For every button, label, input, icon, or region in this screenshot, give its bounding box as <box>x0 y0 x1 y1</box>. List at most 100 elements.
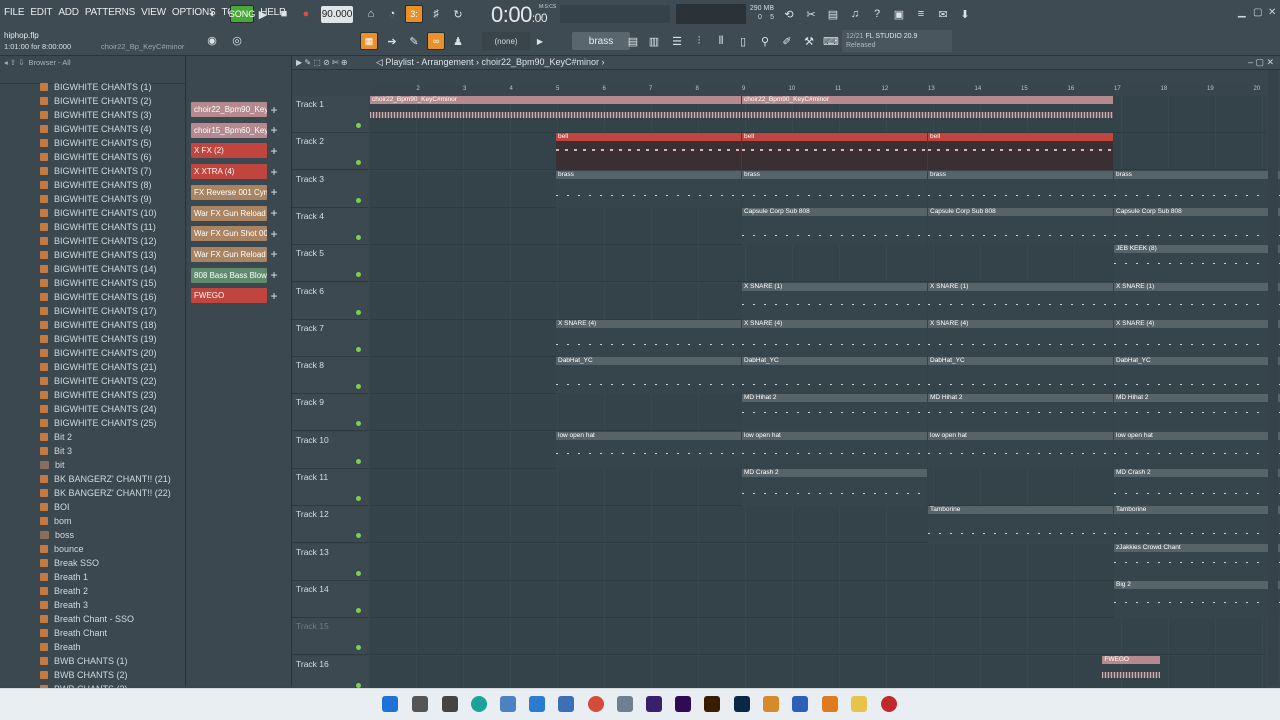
illustrator-icon[interactable] <box>704 696 720 712</box>
browser-item[interactable]: BIGWHITE CHANTS (5) <box>0 136 186 150</box>
track-mute-icon[interactable] <box>356 272 361 278</box>
minimize-icon[interactable]: ▁ <box>1238 7 1246 18</box>
track-lane[interactable]: X SNARE (4) X SNARE (4) X SNARE (4) X SNARE… <box>370 319 1280 357</box>
browser-item[interactable]: BIGWHITE CHANTS (24) <box>0 402 186 416</box>
playlist-close-icon[interactable]: – ▢ ✕ <box>1248 57 1274 68</box>
mixer-icon[interactable]: ≡ <box>912 5 930 23</box>
browser-item[interactable]: BIGWHITE CHANTS (18) <box>0 318 186 332</box>
play-icon[interactable]: ▶ <box>254 5 272 23</box>
track-mute-icon[interactable] <box>356 458 361 464</box>
record-icon[interactable]: ● <box>297 5 315 23</box>
pattern-clip[interactable]: zJakkies Crowd Chant <box>1114 543 1280 581</box>
browser-item[interactable]: BIGWHITE CHANTS (1) <box>0 80 186 94</box>
browser-item[interactable]: BIGWHITE CHANTS (12) <box>0 234 186 248</box>
pattern-clip[interactable]: X SNARE (4) <box>928 319 1113 357</box>
menu-edit[interactable]: EDIT <box>30 7 52 18</box>
word-icon[interactable] <box>792 696 808 712</box>
track-lane[interactable]: Big 2 <box>370 580 1280 618</box>
track-lane[interactable]: low open hat low open hat low open hat low … <box>370 431 1280 469</box>
browser-item[interactable]: Breath 2 <box>0 584 186 598</box>
midi-icon[interactable]: ▤ <box>824 5 842 23</box>
browser-item[interactable]: BOI <box>0 500 186 514</box>
track-lane[interactable]: DabHat_YC DabHat_YC DabHat_YC DabHat_YC <box>370 357 1280 395</box>
picker-add-icon[interactable]: + <box>268 123 280 138</box>
pattern-clip[interactable]: Capsule Corp Sub 808 <box>928 207 1113 245</box>
browser-item[interactable]: BIGWHITE CHANTS (11) <box>0 220 186 234</box>
pattern-clip[interactable]: MD Hihat 2 <box>742 394 927 432</box>
picker-item[interactable]: choir15_Bpm60_Key... <box>191 122 267 138</box>
start-icon[interactable] <box>382 696 398 712</box>
photos-icon[interactable] <box>558 696 574 712</box>
microphone-icon[interactable]: ♫ <box>846 5 864 23</box>
pattern-clip[interactable]: bell <box>556 133 741 171</box>
pattern-clip[interactable]: JEB KEEK (8) <box>1114 245 1280 283</box>
track-header[interactable]: Track 10 <box>292 431 368 469</box>
fl-studio-icon[interactable] <box>763 696 779 712</box>
track-mute-icon[interactable] <box>356 496 361 501</box>
pattern-clip[interactable]: brass <box>556 170 741 208</box>
track-header[interactable]: Track 15 <box>292 618 368 656</box>
browser-item[interactable]: BIGWHITE CHANTS (3) <box>0 108 186 122</box>
timeline-ruler[interactable]: 2 3 4 5 6 7 8 9 10 11 12 13 14 15 16 17 18 19 20 <box>370 86 1266 96</box>
metronome-icon[interactable]: ⌂ <box>362 5 380 23</box>
browser-item[interactable]: BIGWHITE CHANTS (2) <box>0 94 186 108</box>
pattern-clip[interactable]: low open hat <box>1114 431 1280 469</box>
track-lane[interactable]: bell bell bell <box>370 133 1266 171</box>
track-header[interactable]: Track 1 <box>292 96 368 133</box>
countdown-icon[interactable]: 3: <box>405 5 423 23</box>
mail-icon[interactable] <box>529 696 545 712</box>
pattern-clip[interactable]: Capsule Corp Sub 808 <box>742 207 927 245</box>
browser-item[interactable]: BIGWHITE CHANTS (25) <box>0 416 186 430</box>
pattern-clip[interactable]: bell <box>928 133 1113 171</box>
playlist-tools-icon[interactable]: ▶ ✎ ⬚ ⊘ ✄ ⊕ <box>296 58 348 67</box>
cut-icon[interactable]: ✂ <box>802 5 820 23</box>
track-mute-icon[interactable] <box>356 533 361 539</box>
picker-add-icon[interactable]: + <box>268 288 280 303</box>
pattern-clip[interactable]: Tamborine <box>928 506 1113 544</box>
picker-add-icon[interactable]: + <box>268 226 280 241</box>
browser-item[interactable]: BIGWHITE CHANTS (20) <box>0 346 186 360</box>
pattern-clip[interactable]: FWEGO <box>1102 655 1160 693</box>
pattern-clip[interactable]: brass <box>928 170 1113 208</box>
track-lane[interactable]: FWEGO <box>370 655 1266 693</box>
track-mute-icon[interactable] <box>356 346 361 352</box>
pattern-clip[interactable]: X SNARE (4) <box>742 319 927 357</box>
track-mute-icon[interactable] <box>356 197 361 203</box>
browser-item[interactable]: BIGWHITE CHANTS (19) <box>0 332 186 346</box>
track-mute-icon[interactable] <box>356 123 361 128</box>
track-header[interactable]: Track 13 <box>292 543 368 581</box>
pattern-clip[interactable]: DabHat_YC <box>928 357 1113 395</box>
tempo-display[interactable]: 90.000 <box>321 6 353 23</box>
chrome-icon[interactable] <box>588 696 604 712</box>
pattern-clip[interactable]: X SNARE (1) <box>1114 282 1280 320</box>
pattern-clip[interactable]: DabHat_YC <box>556 357 741 395</box>
pattern-clip[interactable]: DabHat_YC <box>1114 357 1280 395</box>
close-icon[interactable]: ✕ <box>1268 7 1276 18</box>
plug-icon[interactable]: ⚲ <box>756 32 774 50</box>
track-header[interactable]: Track 3 <box>292 170 368 208</box>
premiere-icon[interactable] <box>675 696 691 712</box>
picker-add-icon[interactable]: + <box>268 268 280 283</box>
save-icon[interactable]: ▣ <box>890 5 908 23</box>
keyboard-icon[interactable]: ⌨ <box>822 32 840 50</box>
track-lane[interactable]: brass brass brass brass <box>370 170 1280 208</box>
playlist-scrollbar[interactable] <box>1268 70 1278 686</box>
picker-item[interactable]: War FX Gun Shot 002 <box>191 226 267 242</box>
browser-item[interactable]: Break SSO <box>0 556 186 570</box>
brush-icon[interactable]: ✐ <box>778 32 796 50</box>
track-lane[interactable]: X SNARE (1) X SNARE (1) X SNARE (1) <box>370 282 1280 320</box>
file-icon[interactable]: ▯ <box>734 32 752 50</box>
files-icon[interactable] <box>617 696 633 712</box>
browser-item[interactable]: BK BANGERZ' CHANT!! (21) <box>0 472 186 486</box>
browser-item[interactable]: bit <box>0 458 186 472</box>
browser-item[interactable]: BIGWHITE CHANTS (10) <box>0 206 186 220</box>
browser-item[interactable]: BIGWHITE CHANTS (13) <box>0 248 186 262</box>
playlist-icon[interactable]: ▤ <box>624 32 642 50</box>
track-mute-icon[interactable] <box>356 421 361 427</box>
piano-roll-icon[interactable]: ▥ <box>645 32 663 50</box>
track-header[interactable]: Track 9 <box>292 394 368 432</box>
pattern-clip[interactable]: low open hat <box>742 431 927 469</box>
browser-item[interactable]: BWB CHANTS (2) <box>0 668 186 682</box>
track-header[interactable]: Track 11 <box>292 469 368 506</box>
browser-item[interactable]: BWB CHANTS (1) <box>0 654 186 668</box>
